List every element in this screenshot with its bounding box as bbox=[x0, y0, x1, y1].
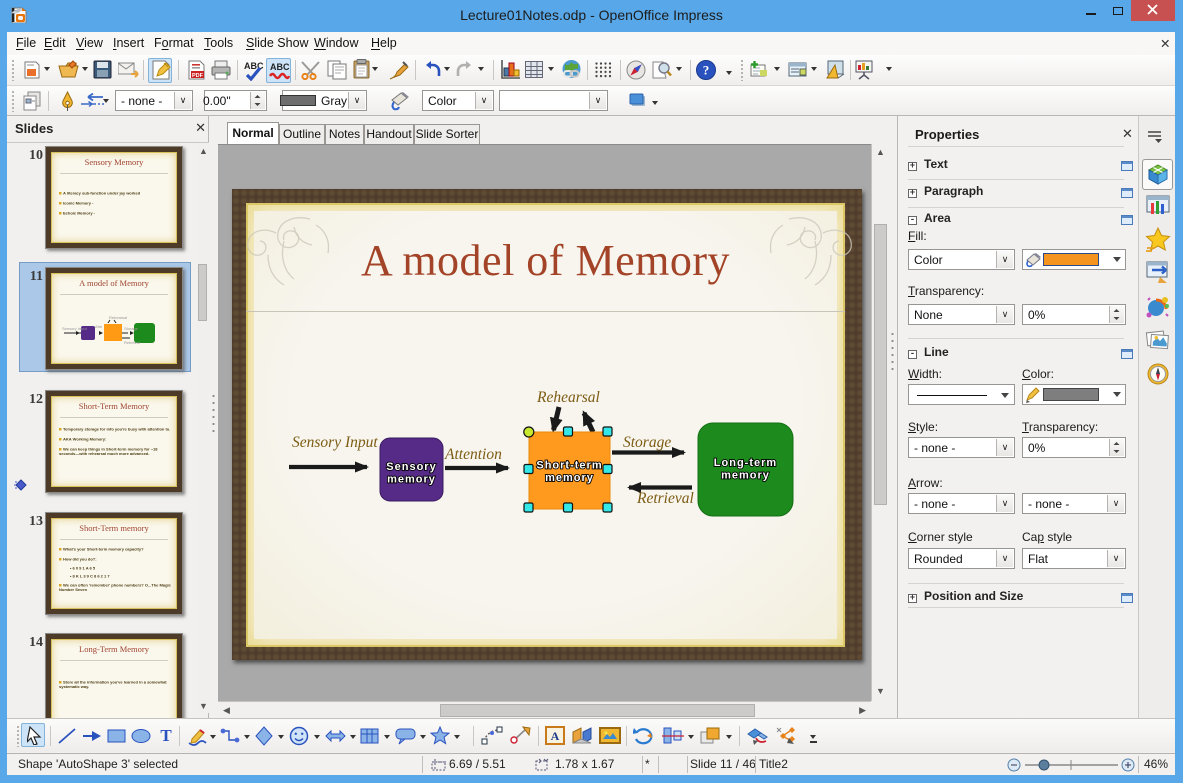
svg-text:PDF: PDF bbox=[192, 73, 204, 79]
svg-text:Storage: Storage bbox=[124, 326, 139, 331]
svg-text:Sensory Input: Sensory Input bbox=[62, 326, 88, 331]
svg-text:Attention: Attention bbox=[444, 446, 502, 463]
svg-text:Rehearsal: Rehearsal bbox=[536, 389, 600, 406]
svg-text:Retrieval: Retrieval bbox=[124, 340, 140, 345]
svg-text:Sensory: Sensory bbox=[386, 461, 436, 473]
svg-text:A: A bbox=[551, 729, 560, 743]
svg-text:memory: memory bbox=[387, 474, 436, 486]
svg-text:?: ? bbox=[703, 63, 710, 78]
svg-text:Sensory Input: Sensory Input bbox=[292, 434, 378, 451]
svg-text:Long-term: Long-term bbox=[714, 457, 777, 469]
svg-text:Rehearsal: Rehearsal bbox=[109, 315, 127, 320]
svg-text:Attn: Attn bbox=[95, 324, 102, 329]
svg-text:ABC: ABC bbox=[244, 61, 264, 71]
svg-text:T: T bbox=[160, 726, 172, 745]
svg-text:memory: memory bbox=[721, 470, 770, 482]
svg-text:memory: memory bbox=[545, 472, 594, 484]
svg-text:Retrieval: Retrieval bbox=[636, 490, 694, 507]
svg-text:Storage: Storage bbox=[623, 434, 671, 451]
svg-text:ABC: ABC bbox=[270, 62, 290, 72]
svg-text:Short-term: Short-term bbox=[536, 460, 602, 472]
